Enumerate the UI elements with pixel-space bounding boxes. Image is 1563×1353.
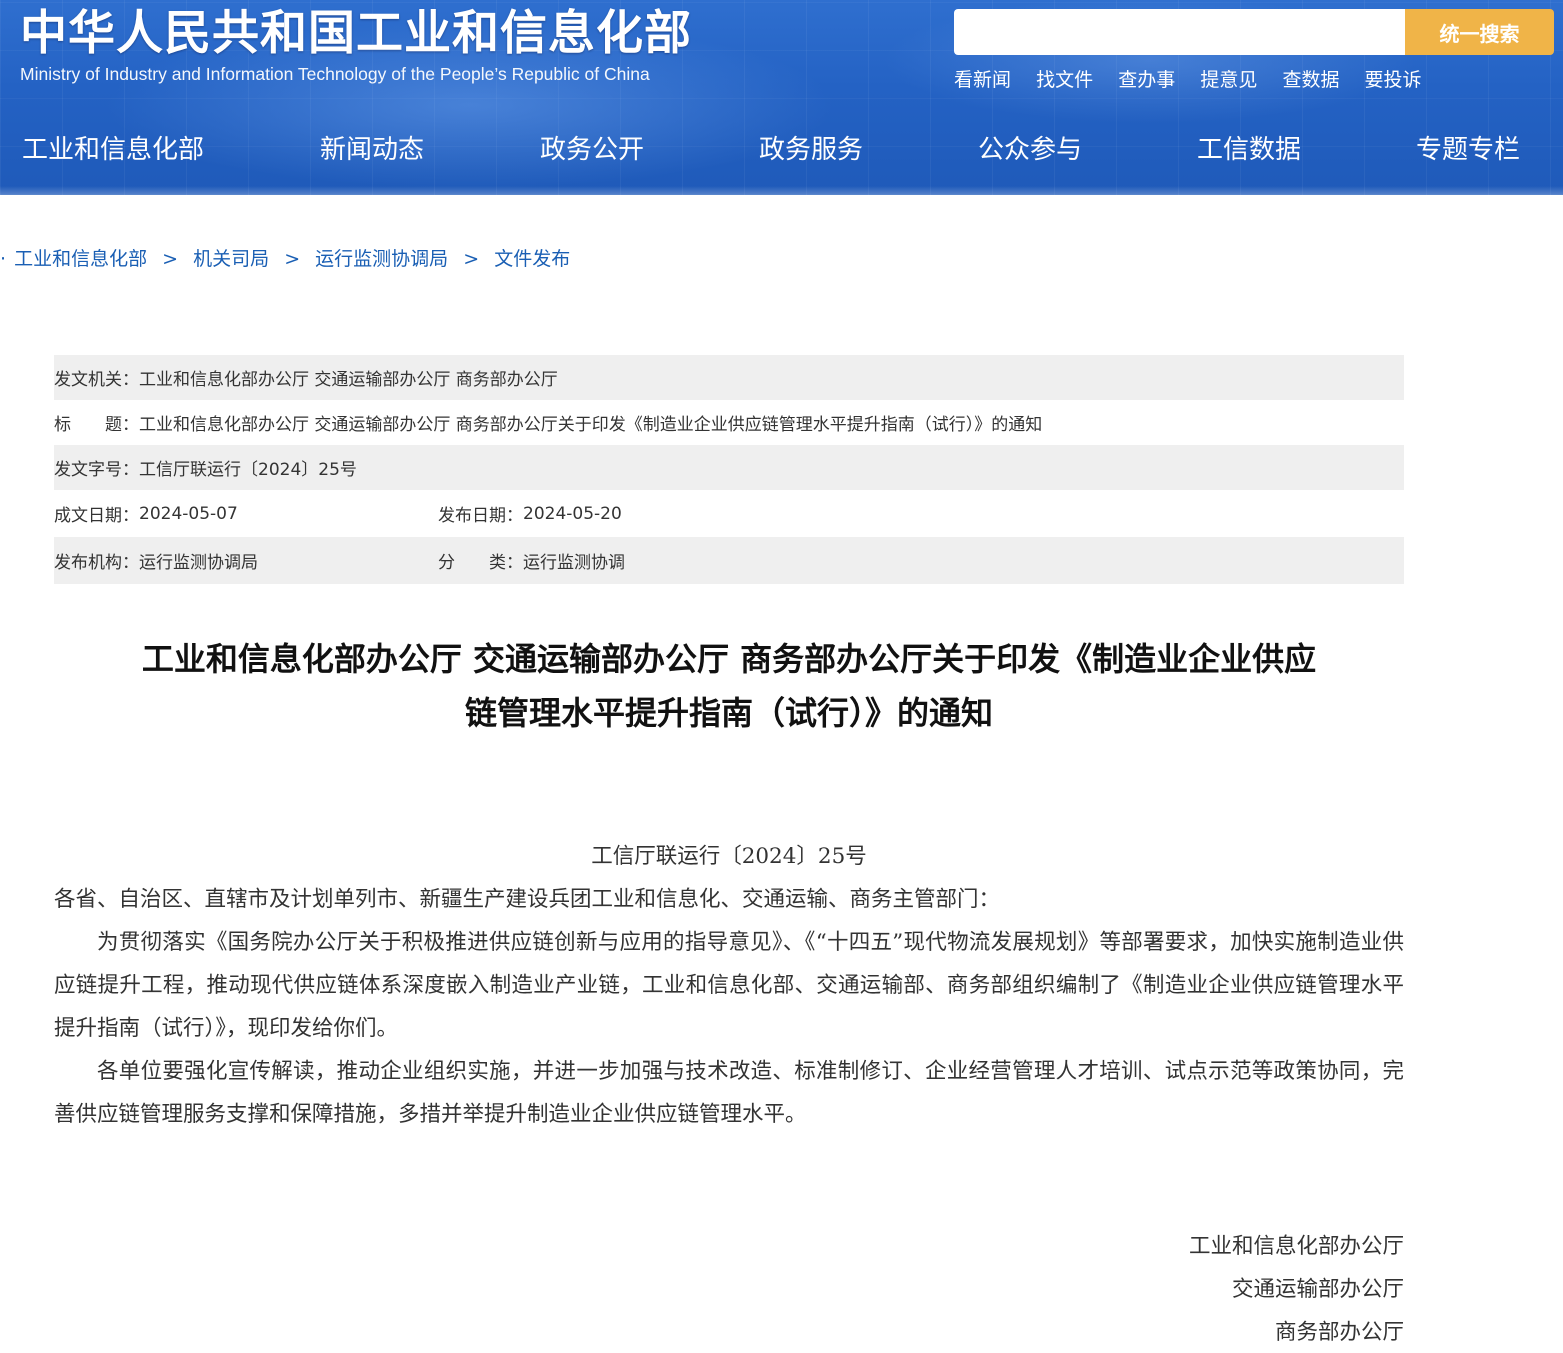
meta-row-issuer: 发文机关： 工业和信息化部办公厅 交通运输部办公厅 商务部办公厅 [54, 355, 1404, 400]
site-logo-english[interactable]: Ministry of Industry and Information Tec… [20, 62, 650, 86]
document-title: 工业和信息化部办公厅 交通运输部办公厅 商务部办公厅关于印发《制造业企业供应 链… [54, 632, 1404, 740]
breadcrumb-item-file-release[interactable]: 文件发布 [494, 248, 570, 270]
meta-created-label: 成文日期： [54, 506, 139, 526]
breadcrumb-item-departments[interactable]: 机关司局 [193, 248, 269, 270]
nav-item-government-affairs[interactable]: 政务公开 [540, 124, 644, 176]
breadcrumb-separator: > [463, 248, 480, 270]
quick-link-news[interactable]: 看新闻 [954, 66, 1011, 94]
breadcrumb-separator: > [284, 248, 301, 270]
signatures: 工业和信息化部办公厅 交通运输部办公厅 商务部办公厅 [54, 1225, 1404, 1353]
meta-row-dates: 成文日期： 2024-05-07 发布日期： 2024-05-20 [54, 490, 1404, 537]
nav-item-government-services[interactable]: 政务服务 [759, 124, 863, 176]
breadcrumb-item-miit[interactable]: 工业和信息化部 [14, 248, 147, 270]
meta-category-label: 分 类： [438, 553, 523, 573]
nav-item-special-topics[interactable]: 专题专栏 [1416, 124, 1520, 176]
document-body: 工信厅联运行〔2024〕25号 各省、自治区、直辖市及计划单列市、新疆生产建设兵… [54, 835, 1404, 1136]
search-input[interactable] [954, 9, 1405, 55]
breadcrumb-bullet: · [0, 248, 7, 270]
meta-issuer-value: 工业和信息化部办公厅 交通运输部办公厅 商务部办公厅 [139, 370, 558, 390]
signature-miit-office: 工业和信息化部办公厅 [1188, 1234, 1404, 1259]
meta-published-label: 发布日期： [438, 506, 523, 526]
site-header: 中华人民共和国工业和信息化部 Ministry of Industry and … [0, 0, 1563, 195]
meta-issuer-label: 发文机关： [54, 370, 139, 390]
salutation: 各省、自治区、直辖市及计划单列市、新疆生产建设兵团工业和信息化、交通运输、商务主… [54, 887, 1001, 912]
meta-title-value: 工业和信息化部办公厅 交通运输部办公厅 商务部办公厅关于印发《制造业企业供应链管… [139, 415, 1043, 435]
meta-category-value: 运行监测协调 [523, 553, 625, 573]
quick-link-documents[interactable]: 找文件 [1036, 66, 1093, 94]
meta-row-doc-number: 发文字号： 工信厅联运行〔2024〕25号 [54, 445, 1404, 490]
breadcrumb-item-operations-bureau[interactable]: 运行监测协调局 [315, 248, 448, 270]
header-divider [0, 186, 1563, 195]
quick-link-complaints[interactable]: 要投诉 [1365, 66, 1422, 94]
document-title-line-2: 链管理水平提升指南（试行）》的通知 [464, 694, 993, 732]
meta-title-label: 标 题： [54, 415, 139, 435]
nav-item-miit[interactable]: 工业和信息化部 [22, 124, 204, 176]
meta-doc-number-value: 工信厅联运行〔2024〕25号 [139, 460, 357, 480]
signature-transport-office: 交通运输部办公厅 [1231, 1277, 1404, 1302]
unified-search-button[interactable]: 统一搜索 [1405, 9, 1554, 55]
nav-item-public-participation[interactable]: 公众参与 [978, 124, 1082, 176]
meta-doc-number-label: 发文字号： [54, 460, 139, 480]
document-title-line-1: 工业和信息化部办公厅 交通运输部办公厅 商务部办公厅关于印发《制造业企业供应 [141, 640, 1317, 678]
body-paragraph-1: 为贯彻落实《国务院办公厅关于积极推进供应链创新与应用的指导意见》、《“十四五”现… [54, 930, 1404, 1041]
document-metadata-table: 发文机关： 工业和信息化部办公厅 交通运输部办公厅 商务部办公厅 标 题： 工业… [54, 355, 1404, 584]
quick-links: 看新闻 找文件 查办事 提意见 查数据 要投诉 [954, 66, 1442, 94]
meta-row-org-category: 发布机构： 运行监测协调局 分 类： 运行监测协调 [54, 537, 1404, 584]
quick-link-feedback[interactable]: 提意见 [1200, 66, 1257, 94]
site-logo-chinese[interactable]: 中华人民共和国工业和信息化部 [20, 4, 692, 64]
breadcrumb: · 工业和信息化部 > 机关司局 > 运行监测协调局 > 文件发布 [0, 244, 570, 274]
meta-org-label: 发布机构： [54, 553, 139, 573]
document-number: 工信厅联运行〔2024〕25号 [591, 844, 867, 869]
quick-link-services[interactable]: 查办事 [1118, 66, 1175, 94]
meta-published-value: 2024-05-20 [523, 503, 622, 524]
breadcrumb-separator: > [162, 248, 179, 270]
meta-row-title: 标 题： 工业和信息化部办公厅 交通运输部办公厅 商务部办公厅关于印发《制造业企… [54, 400, 1404, 445]
meta-created-value: 2024-05-07 [139, 503, 238, 524]
quick-link-data[interactable]: 查数据 [1282, 66, 1339, 94]
main-navigation: 工业和信息化部 新闻动态 政务公开 政务服务 公众参与 工信数据 专题专栏 [0, 124, 1563, 176]
nav-item-miit-data[interactable]: 工信数据 [1197, 124, 1301, 176]
nav-item-news[interactable]: 新闻动态 [320, 124, 424, 176]
meta-org-value: 运行监测协调局 [139, 553, 258, 573]
body-paragraph-2: 各单位要强化宣传解读，推动企业组织实施，并进一步加强与技术改造、标准制修订、企业… [54, 1059, 1404, 1127]
signature-commerce-office: 商务部办公厅 [1274, 1320, 1404, 1345]
